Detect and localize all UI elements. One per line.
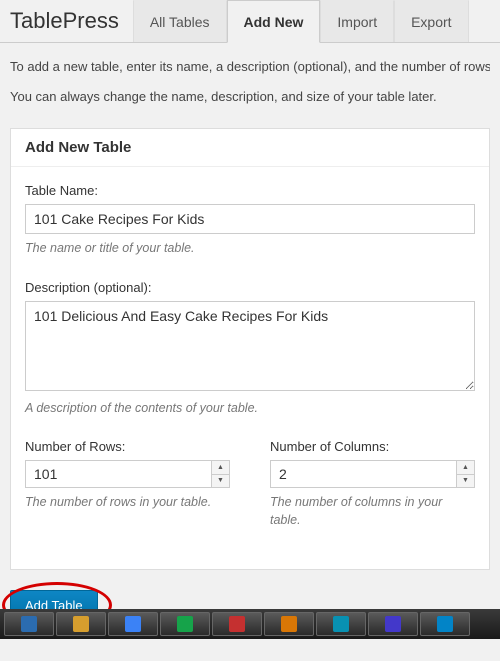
description-input[interactable] — [25, 301, 475, 391]
table-name-input[interactable] — [25, 204, 475, 234]
rows-hint: The number of rows in your table. — [25, 494, 230, 512]
taskbar-item[interactable] — [264, 612, 314, 636]
columns-hint: The number of columns in your table. — [270, 494, 475, 529]
intro-line-1: To add a new table, enter its name, a de… — [10, 57, 490, 77]
taskbar-app-icon — [385, 616, 401, 632]
taskbar-item[interactable] — [212, 612, 262, 636]
taskbar — [0, 609, 500, 639]
rows-decrement[interactable]: ▼ — [212, 475, 229, 488]
columns-input[interactable] — [270, 460, 475, 488]
taskbar-item[interactable] — [56, 612, 106, 636]
tab-export[interactable]: Export — [394, 0, 468, 42]
plugin-title: TablePress — [0, 0, 133, 42]
taskbar-app-icon — [125, 616, 141, 632]
description-label: Description (optional): — [25, 280, 475, 295]
rows-increment[interactable]: ▲ — [212, 461, 229, 475]
taskbar-app-icon — [21, 616, 37, 632]
add-table-panel: Add New Table Table Name: The name or ti… — [10, 128, 490, 570]
intro-text: To add a new table, enter its name, a de… — [0, 43, 500, 122]
panel-body: Table Name: The name or title of your ta… — [11, 167, 489, 569]
intro-line-2: You can always change the name, descript… — [10, 87, 490, 107]
field-rows: Number of Rows: ▲ ▼ The number of rows i… — [25, 439, 230, 529]
field-description: Description (optional): A description of… — [25, 280, 475, 418]
dimensions-row: Number of Rows: ▲ ▼ The number of rows i… — [25, 439, 475, 551]
field-table-name: Table Name: The name or title of your ta… — [25, 183, 475, 258]
rows-input[interactable] — [25, 460, 230, 488]
rows-spinner: ▲ ▼ — [211, 461, 229, 487]
taskbar-item[interactable] — [368, 612, 418, 636]
taskbar-app-icon — [437, 616, 453, 632]
taskbar-item[interactable] — [160, 612, 210, 636]
taskbar-item[interactable] — [4, 612, 54, 636]
tab-all-tables[interactable]: All Tables — [133, 0, 227, 42]
rows-label: Number of Rows: — [25, 439, 230, 454]
page-header: TablePress All Tables Add New Import Exp… — [0, 0, 500, 43]
table-name-hint: The name or title of your table. — [25, 240, 475, 258]
taskbar-app-icon — [281, 616, 297, 632]
columns-label: Number of Columns: — [270, 439, 475, 454]
tab-add-new[interactable]: Add New — [227, 0, 321, 43]
columns-increment[interactable]: ▲ — [457, 461, 474, 475]
columns-decrement[interactable]: ▼ — [457, 475, 474, 488]
table-name-label: Table Name: — [25, 183, 475, 198]
taskbar-app-icon — [333, 616, 349, 632]
taskbar-item[interactable] — [420, 612, 470, 636]
taskbar-app-icon — [177, 616, 193, 632]
taskbar-app-icon — [229, 616, 245, 632]
panel-title: Add New Table — [11, 129, 489, 167]
field-columns: Number of Columns: ▲ ▼ The number of col… — [270, 439, 475, 529]
taskbar-app-icon — [73, 616, 89, 632]
columns-spinner: ▲ ▼ — [456, 461, 474, 487]
taskbar-item[interactable] — [108, 612, 158, 636]
tab-import[interactable]: Import — [320, 0, 394, 42]
taskbar-item[interactable] — [316, 612, 366, 636]
description-hint: A description of the contents of your ta… — [25, 400, 475, 418]
